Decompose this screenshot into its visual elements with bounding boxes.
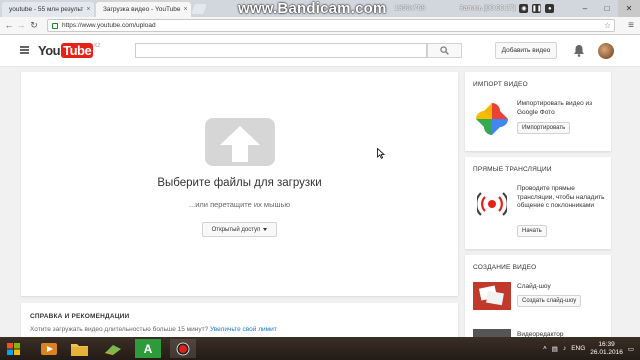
taskbar-active-app[interactable]: A [135,339,161,358]
start-live-button[interactable]: Начать [517,225,547,237]
letter-a-icon: A [143,341,153,356]
slideshow-icon [478,285,504,306]
bookmark-star-icon[interactable]: ☆ [604,21,611,30]
camera-icon: ◉ [519,4,529,13]
upload-drop-zone[interactable]: Выберите файлы для загрузки ...или перет… [21,72,458,296]
mouse-cursor-icon [377,148,385,159]
logo-tube: Tube [61,43,94,58]
search-icon [440,46,449,55]
increase-limit-link[interactable]: Увеличьте свой лимит [210,326,277,333]
upload-subtitle: ...или перетащите их мышью [188,200,291,209]
url-text: https://www.youtube.com/upload [62,22,156,29]
create-slideshow-button[interactable]: Создать слайд-шоу [517,295,582,307]
show-hidden-icons-icon[interactable]: ˄ [543,345,547,352]
import-title: ИМПОРТ ВИДЕО [473,81,528,88]
volume-icon[interactable]: ♪ [563,345,566,352]
youtube-header: You Tube KZ Добавить видео [0,35,640,67]
taskbar-bandicam[interactable] [170,339,196,358]
recording-timer: Запись [00:00:27] [459,5,516,12]
help-text: Хотите загружать видео длительностью бол… [30,326,277,333]
slideshow-thumbnail [473,282,511,310]
youtube-logo[interactable]: You Tube KZ [38,43,101,58]
folder-icon [70,343,88,356]
lock-icon [52,22,58,29]
taskbar-file-explorer[interactable] [66,339,92,358]
minimize-button[interactable]: – [574,0,596,17]
tab-upload-video[interactable]: Загрузка видео - YouTube × [96,2,191,17]
bandicam-overlay: www.Bandicam.com 1366x768 Запись [00:00:… [238,0,555,17]
browser-tab-bar: youtube - 55 млн результ × Загрузка виде… [0,0,640,17]
live-broadcast-icon [477,192,507,216]
notifications-icon[interactable]: ▭ [628,345,634,353]
windows-logo-icon [6,342,20,355]
live-description: Проводите прямые трансляции, чтобы налад… [517,185,605,209]
import-description: Импортировать видео из Google Фото [517,100,593,116]
back-arrow-icon[interactable]: ← [3,20,15,30]
search-button[interactable] [427,43,462,58]
reload-icon[interactable]: ↻ [28,20,40,31]
slideshow-label: Слайд-шоу [517,283,551,290]
create-video-card: СОЗДАНИЕ ВИДЕО Слайд-шоу Создать слайд-ш… [465,255,611,339]
live-title: ПРЯМЫЕ ТРАНСЛЯЦИИ [473,166,552,173]
live-streaming-card: ПРЯМЫЕ ТРАНСЛЯЦИИ Проводите прямые транс… [465,157,611,249]
google-photos-icon [476,103,508,135]
taskbar-media-player[interactable] [36,339,62,358]
close-window-button[interactable]: ✕ [618,0,640,17]
tab-title: Загрузка видео - YouTube [103,6,181,13]
search-input[interactable] [135,43,427,58]
window-controls: – □ ✕ [574,0,640,17]
maximize-button[interactable]: □ [596,0,618,17]
notifications-bell-icon[interactable] [573,44,585,57]
create-title: СОЗДАНИЕ ВИДЕО [473,264,537,271]
help-question: Хотите загружать видео длительностью бол… [30,326,210,333]
keyboard-language[interactable]: ENG [571,345,585,352]
close-tab-icon[interactable]: × [184,6,188,13]
windows-taskbar: A ˄ ▤ ♪ ENG 16:39 26.01.2016 ▭ [0,337,640,360]
record-icon [176,342,190,355]
network-icon[interactable]: ▤ [552,345,558,353]
upload-arrow-icon[interactable] [205,118,275,166]
tab-search-results[interactable]: youtube - 55 млн результ × [2,2,94,17]
bandicam-watermark: www.Bandicam.com [238,0,387,17]
record-icon: ● [545,4,555,13]
new-tab-button[interactable] [191,4,207,14]
upload-title: Выберите файлы для загрузки [157,177,322,189]
address-bar[interactable]: https://www.youtube.com/upload ☆ [47,19,615,32]
browser-menu-icon[interactable]: ≡ [628,20,634,31]
close-tab-icon[interactable]: × [86,6,90,13]
logo-you: You [38,43,61,58]
system-tray: ˄ ▤ ♪ ENG 16:39 26.01.2016 ▭ [543,337,640,360]
clock-date: 26.01.2016 [590,348,623,356]
browser-toolbar: ← → ↻ https://www.youtube.com/upload ☆ ≡ [0,17,640,35]
user-avatar[interactable] [598,43,614,59]
clock-time: 16:39 [598,340,615,348]
import-button[interactable]: Импортировать [517,122,571,134]
privacy-value: Открытый доступ [211,226,261,233]
import-video-card: ИМПОРТ ВИДЕО Импортировать видео из Goog… [465,72,611,151]
logo-region: KZ [94,43,101,49]
help-title: СПРАВКА И РЕКОМЕНДАЦИИ [30,313,130,320]
taskbar-app[interactable] [100,339,126,358]
recording-resolution: 1366x768 [394,5,426,12]
pause-icon: ❚❚ [531,4,542,13]
media-player-icon [41,342,57,355]
forward-arrow-icon[interactable]: → [15,20,27,30]
upload-video-button[interactable]: Добавить видео [495,42,557,59]
start-button[interactable] [0,339,26,358]
privacy-dropdown[interactable]: Открытый доступ [202,222,277,237]
guide-menu-icon[interactable] [20,46,29,54]
chevron-down-icon [263,228,268,231]
book-icon [105,344,121,355]
clock[interactable]: 16:39 26.01.2016 [590,341,623,357]
tab-title: youtube - 55 млн результ [9,6,84,13]
